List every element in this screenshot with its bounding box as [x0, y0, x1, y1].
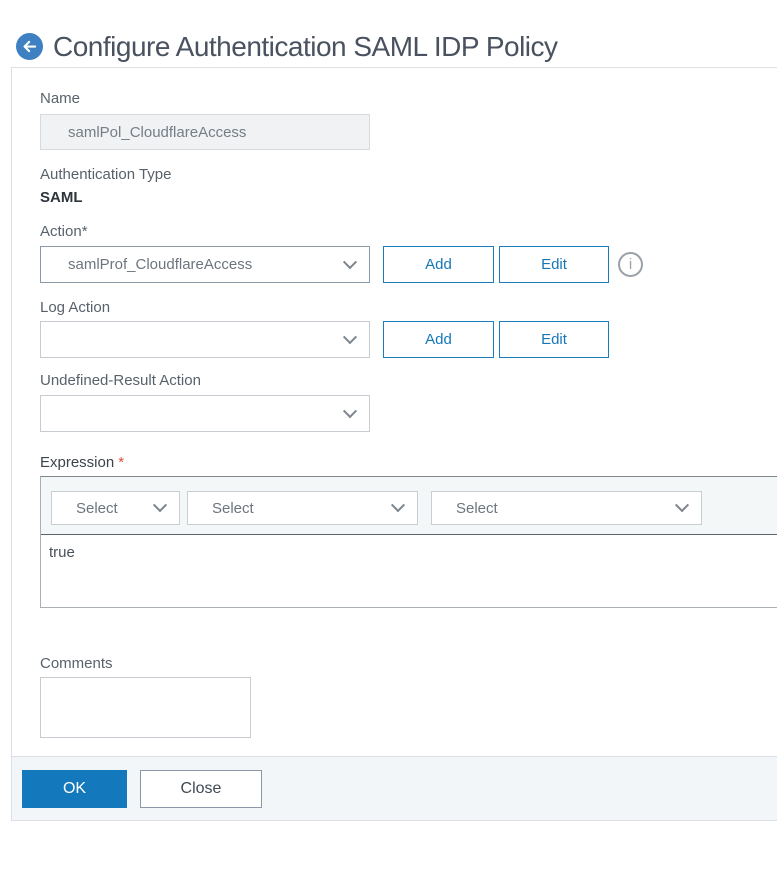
chevron-down-icon	[342, 254, 358, 269]
form-body: Name Authentication Type SAML Action* sa…	[12, 68, 777, 738]
close-button[interactable]: Close	[140, 770, 262, 808]
required-asterisk: *	[118, 454, 125, 471]
form-footer: OK Close	[12, 756, 777, 820]
comments-label: Comments	[40, 655, 113, 672]
undefined-result-action-row	[40, 395, 777, 432]
action-edit-button[interactable]: Edit	[499, 246, 609, 283]
authentication-type-label: Authentication Type	[40, 166, 172, 183]
log-action-row: Add Edit	[40, 321, 777, 358]
action-label: Action*	[40, 223, 88, 240]
log-action-edit-button[interactable]: Edit	[499, 321, 609, 358]
action-row: samlProf_CloudflareAccess Add Edit i	[40, 246, 777, 283]
back-button[interactable]	[16, 33, 43, 60]
undefined-result-action-label: Undefined-Result Action	[40, 372, 201, 389]
expression-select-3-value: Select	[456, 499, 498, 517]
action-select-value: samlProf_CloudflareAccess	[68, 256, 253, 273]
chevron-down-icon	[674, 498, 690, 513]
arrow-left-icon	[21, 38, 38, 55]
expression-label: Expression	[40, 454, 115, 471]
undefined-result-action-select[interactable]	[40, 395, 370, 432]
name-input	[40, 114, 370, 150]
expression-textarea[interactable]: true	[41, 534, 777, 607]
form-panel: Name Authentication Type SAML Action* sa…	[11, 67, 777, 821]
chevron-down-icon	[152, 498, 168, 513]
log-action-add-button[interactable]: Add	[383, 321, 494, 358]
action-select[interactable]: samlProf_CloudflareAccess	[40, 246, 370, 283]
name-label: Name	[40, 90, 81, 107]
chevron-down-icon	[342, 329, 358, 344]
expression-builder: Select Select Select true	[40, 476, 777, 608]
expression-label-row: Expression *	[40, 454, 777, 471]
authentication-type-value: SAML	[40, 189, 83, 206]
expression-select-1[interactable]: Select	[51, 491, 180, 525]
action-add-button[interactable]: Add	[383, 246, 494, 283]
expression-select-3[interactable]: Select	[431, 491, 702, 525]
info-circle-icon[interactable]: i	[618, 252, 643, 277]
expression-select-2-value: Select	[212, 499, 254, 517]
log-action-select[interactable]	[40, 321, 370, 358]
page-header: Configure Authentication SAML IDP Policy	[0, 0, 777, 67]
ok-button[interactable]: OK	[22, 770, 127, 808]
expression-select-1-value: Select	[76, 499, 118, 517]
chevron-down-icon	[390, 498, 406, 513]
comments-textarea[interactable]	[40, 677, 251, 738]
chevron-down-icon	[342, 403, 358, 418]
expression-select-2[interactable]: Select	[187, 491, 418, 525]
log-action-label: Log Action	[40, 299, 111, 316]
page-title: Configure Authentication SAML IDP Policy	[53, 30, 558, 62]
expression-select-bar: Select Select Select	[41, 477, 777, 534]
